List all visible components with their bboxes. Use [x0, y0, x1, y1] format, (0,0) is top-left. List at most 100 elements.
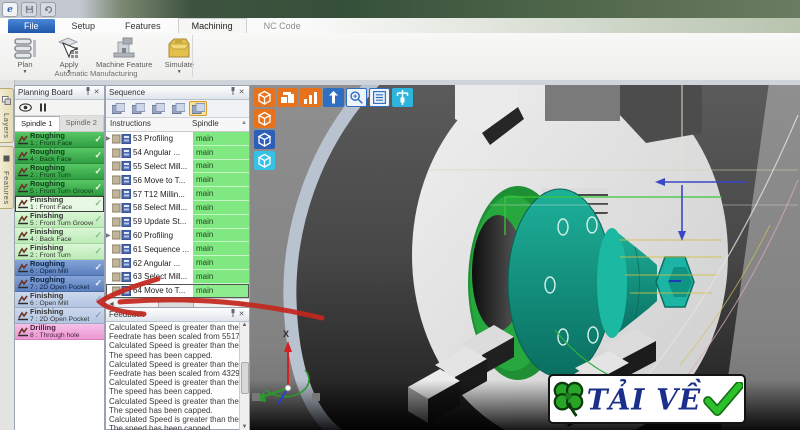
ribbon-tab-features[interactable]: Features: [112, 19, 174, 33]
operation-icon: [17, 166, 30, 177]
sequence-row-53[interactable]: ▶ 53 Profiling main: [106, 132, 249, 146]
tab-spindle-2[interactable]: Spindle 2: [59, 116, 104, 131]
check-icon: ✓: [94, 182, 102, 192]
close-icon[interactable]: ✕: [237, 309, 246, 320]
spindle-cell: main: [193, 187, 249, 201]
close-icon[interactable]: ✕: [92, 87, 101, 98]
planning-item-drilling-8-through-hole[interactable]: Drilling 8 : Through hole: [15, 324, 104, 340]
operation-icon: [17, 198, 30, 209]
tool-icon[interactable]: [323, 88, 344, 107]
planning-item-roughing-5-front-turn-groove[interactable]: Roughing 5 : Front Turn Groove ✓: [15, 180, 104, 196]
plan-icon: [12, 36, 38, 60]
save-icon[interactable]: [21, 2, 37, 17]
watermark-text: TẢI VỀ: [586, 381, 702, 417]
sequence-row-60[interactable]: ▶ 60 Profiling main: [106, 228, 249, 243]
sequence-row-59[interactable]: 59 Update St... main: [106, 214, 249, 229]
stock-icon[interactable]: [277, 88, 298, 107]
vertical-scrollbar[interactable]: ▲ ▼: [239, 322, 249, 430]
sequence-toolbar-icon-1[interactable]: [109, 101, 127, 116]
scroll-up-icon[interactable]: ▲: [240, 322, 249, 328]
ribbon-tab-file[interactable]: File: [8, 19, 55, 33]
check-icon: ✓: [94, 134, 102, 144]
zoom-icon[interactable]: [346, 88, 367, 107]
planning-item-finishing-6-open-mill[interactable]: Finishing 6 : Open Mill ✓: [15, 292, 104, 308]
sequence-row-63[interactable]: 63 Select Mill... main: [106, 269, 249, 284]
machine-sim-icon[interactable]: [300, 88, 321, 107]
middle-column: Sequence ✕ Instructions Spindle ▲ ▶ 53 P…: [105, 85, 250, 430]
shaded-cube-icon[interactable]: [254, 130, 275, 149]
probe-icon[interactable]: [392, 88, 413, 107]
sequence-row-64[interactable]: 64 Move to T... main: [106, 283, 249, 298]
sequence-row-61[interactable]: 61 Sequence ... main: [106, 242, 249, 257]
scroll-down-icon[interactable]: ▼: [240, 424, 249, 430]
feedback-line: Calculated Speed is greater than the max…: [109, 378, 240, 388]
sequence-toolbar-icon-5[interactable]: [189, 101, 207, 116]
planning-item-list: Roughing 1 : Front Face ✓ Roughing 4 : Bac…: [15, 132, 104, 430]
spindle-cell: main: [193, 173, 249, 188]
planning-item-roughing-6-open-mill[interactable]: Roughing 6 : Open Mill ✓: [15, 260, 104, 276]
sequence-row-56[interactable]: 56 Move to T... main: [106, 173, 249, 188]
operation-icon: [17, 182, 30, 193]
ribbon-group-label: Automatic Manufacturing: [54, 69, 138, 78]
pin-icon[interactable]: [228, 86, 237, 99]
app-menu-button[interactable]: e: [2, 2, 18, 17]
planning-item-roughing-4-back-face[interactable]: Roughing 4 : Back Face ✓: [15, 148, 104, 164]
sequence-row-55[interactable]: 55 Select Mill... main: [106, 159, 249, 174]
check-icon: ✓: [94, 278, 102, 288]
spindle-cell: main: [193, 145, 249, 160]
tab-spindle-1[interactable]: Spindle 1: [15, 116, 60, 131]
checkmark-icon: [702, 382, 743, 416]
planning-item-roughing-1-front-face[interactable]: Roughing 1 : Front Face ✓: [15, 132, 104, 148]
planning-board-title: Planning Board: [18, 88, 73, 97]
view-cube-icon[interactable]: [254, 88, 275, 107]
sequence-row-62[interactable]: 62 Angular ... main: [106, 256, 249, 270]
undo-icon[interactable]: [40, 2, 56, 17]
viewport-3d[interactable]: X TẢI VỀ: [250, 85, 800, 430]
pin-icon[interactable]: [228, 308, 237, 321]
check-icon: ✓: [94, 166, 102, 176]
column-spindle[interactable]: Spindle: [192, 119, 219, 128]
planning-item-roughing-2-front-turn[interactable]: Roughing 2 : Front Turn ✓: [15, 164, 104, 180]
operation-icon: [17, 214, 30, 225]
pin-icon[interactable]: [83, 86, 92, 99]
eye-icon[interactable]: [19, 99, 32, 117]
feedback-line: Calculated Speed is greater than the max…: [109, 359, 240, 369]
side-tab-layers[interactable]: Layers: [0, 88, 14, 143]
application-window: e File Setup Features Machining NC Code Plan…: [0, 0, 800, 430]
feedback-body: Calculated Speed is greater than the max…: [106, 322, 249, 430]
planning-item-finishing-1-front-face[interactable]: Finishing 1 : Front Face ✓: [15, 196, 104, 212]
sequence-toolbar-icon-4[interactable]: [169, 101, 187, 116]
scroll-up-icon[interactable]: ▲: [241, 120, 247, 126]
ribbon-tab-nc-code[interactable]: NC Code: [251, 19, 314, 33]
planning-item-roughing-7-2d-open-pocket[interactable]: Roughing 7 : 2D Open Pocket ✓: [15, 276, 104, 292]
ghost-cube-icon[interactable]: [254, 151, 275, 170]
feedback-header: Feedback ✕: [106, 308, 249, 322]
pause-icon[interactable]: [39, 99, 47, 117]
close-icon[interactable]: ✕: [237, 87, 246, 98]
sequence-toolbar-icon-2[interactable]: [129, 101, 147, 116]
titlebar: e: [0, 0, 800, 18]
planning-item-finishing-2-front-turn[interactable]: Finishing 2 : Front Turn ✓: [15, 244, 104, 260]
column-instructions[interactable]: Instructions: [110, 119, 151, 128]
sequence-toolbar-icon-3[interactable]: [149, 101, 167, 116]
planning-item-finishing-5-front-turn-groove[interactable]: Finishing 5 : Front Turn Groove ✓: [15, 212, 104, 228]
operation-icon: [17, 278, 30, 289]
check-icon: ✓: [94, 214, 102, 224]
background-block: [545, 85, 620, 121]
side-tab-features[interactable]: Features: [0, 146, 14, 209]
planning-item-finishing-7-2d-open-pocket[interactable]: Finishing 7 : 2D Open Pocket ✓: [15, 308, 104, 324]
sequence-column-header: Instructions Spindle ▲: [106, 118, 249, 132]
operation-icon: [17, 134, 30, 145]
sequence-row-54[interactable]: 54 Angular ... main: [106, 145, 249, 160]
workspace: Layers Features Planning Board ✕ Spindle…: [0, 80, 800, 430]
scrollbar-thumb[interactable]: [241, 362, 249, 394]
instruction-icon: [112, 133, 133, 144]
ribbon-tab-machining[interactable]: Machining: [177, 18, 247, 33]
spindle-cell: main: [193, 214, 249, 229]
list-icon[interactable]: [369, 88, 390, 107]
sequence-row-58[interactable]: 58 Select Mill... main: [106, 200, 249, 215]
sequence-row-57[interactable]: 57 T12 Millin... main: [106, 187, 249, 201]
planning-item-finishing-4-back-face[interactable]: Finishing 4 : Back Face ✓: [15, 228, 104, 244]
ribbon-tab-setup[interactable]: Setup: [59, 19, 109, 33]
wire-cube-icon[interactable]: [254, 109, 275, 128]
